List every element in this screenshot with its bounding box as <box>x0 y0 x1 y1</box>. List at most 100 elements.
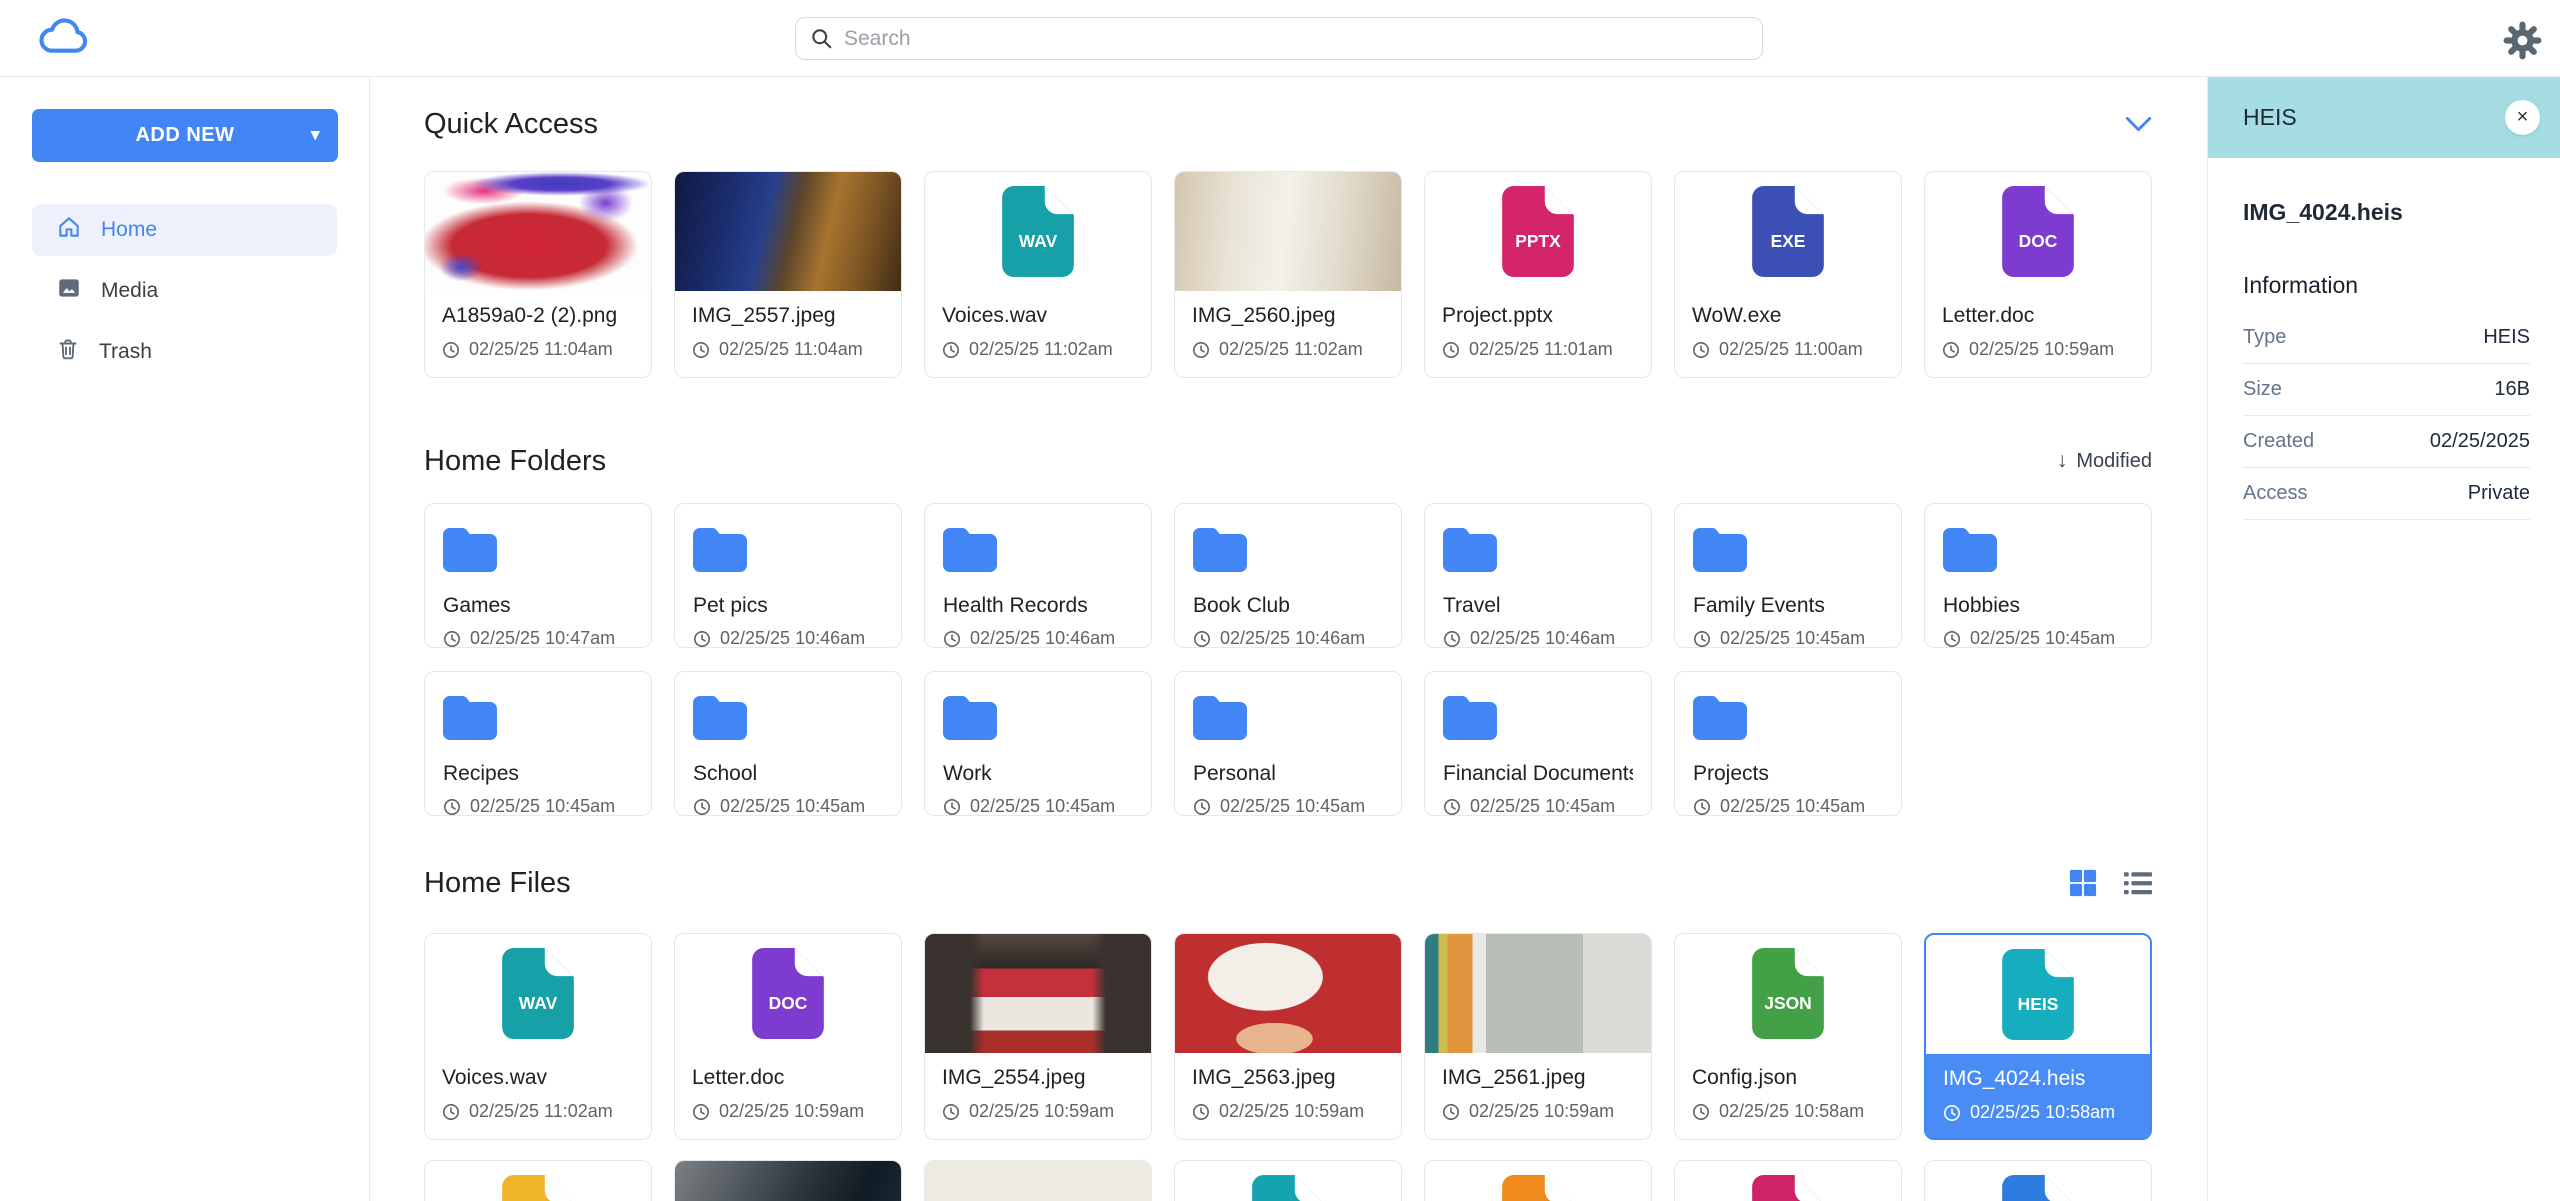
file-date-text: 02/25/25 10:59am <box>969 1101 1114 1122</box>
info-section-title: Information <box>2243 272 2530 299</box>
folder-card[interactable]: Book Club02/25/25 10:46am <box>1174 503 1402 648</box>
clock-icon <box>1192 341 1210 359</box>
clock-icon <box>442 1103 460 1121</box>
folder-name: Recipes <box>443 762 633 786</box>
folder-icon <box>693 528 747 572</box>
folder-card[interactable]: Games02/25/25 10:47am <box>424 503 652 648</box>
file-date-text: 02/25/25 10:45am <box>1720 628 1865 649</box>
folder-card[interactable]: Travel02/25/25 10:46am <box>1424 503 1652 648</box>
sidebar-item-label: Trash <box>99 340 152 364</box>
file-meta: IMG_4024.heis02/25/25 10:58am <box>1926 1054 2150 1138</box>
file-icon-area: JSON <box>1675 934 1901 1053</box>
chevron-down-icon[interactable] <box>2125 116 2152 132</box>
folder-card[interactable]: Health Records02/25/25 10:46am <box>924 503 1152 648</box>
file-card[interactable] <box>1174 1160 1402 1201</box>
file-meta: IMG_2557.jpeg02/25/25 11:04am <box>675 291 901 377</box>
file-card[interactable]: WAV Voices.wav02/25/25 11:02am <box>424 933 652 1140</box>
gear-icon[interactable] <box>2500 18 2544 62</box>
file-card[interactable]: DOC Letter.doc02/25/25 10:59am <box>1924 171 2152 378</box>
clock-icon <box>1692 341 1710 359</box>
file-date-text: 02/25/25 10:45am <box>1970 628 2115 649</box>
file-card[interactable]: A1859a0-2 (2).png02/25/25 11:04am <box>424 171 652 378</box>
info-row-label: Type <box>2243 326 2286 349</box>
folder-icon <box>443 696 497 740</box>
search-icon <box>810 27 833 50</box>
clock-icon <box>1943 1104 1961 1122</box>
file-date: 02/25/25 11:02am <box>442 1101 634 1122</box>
folder-card[interactable]: Projects02/25/25 10:45am <box>1674 671 1902 816</box>
file-date-text: 02/25/25 10:45am <box>470 796 615 817</box>
folder-card[interactable]: Hobbies 02/25/25 10:45am <box>1924 503 2152 648</box>
file-meta: Letter.doc02/25/25 10:59am <box>675 1053 901 1139</box>
svg-text:WAV: WAV <box>519 993 558 1013</box>
folder-card[interactable]: Pet pics02/25/25 10:46am <box>674 503 902 648</box>
clock-icon <box>1193 798 1211 816</box>
folder-card[interactable]: Family Events02/25/25 10:45am <box>1674 503 1902 648</box>
file-card[interactable]: IMG_2561.jpeg02/25/25 10:59am <box>1424 933 1652 1140</box>
file-card[interactable]: EXE WoW.exe02/25/25 11:00am <box>1674 171 1902 378</box>
folder-card[interactable]: Financial Documents02/25/25 10:45am <box>1424 671 1652 816</box>
file-thumbnail <box>675 1161 901 1201</box>
file-date: 02/25/25 10:47am <box>443 628 633 649</box>
file-type-icon <box>1501 1174 1575 1201</box>
file-icon-area: DOC <box>1925 172 2151 291</box>
file-icon-area <box>1675 1161 1901 1201</box>
file-icon-area <box>425 1161 651 1201</box>
file-card[interactable]: IMG_2560.jpeg02/25/25 11:02am <box>1174 171 1402 378</box>
file-thumbnail <box>925 934 1151 1053</box>
folder-card[interactable]: Personal02/25/25 10:45am <box>1174 671 1402 816</box>
file-card[interactable] <box>674 1160 902 1201</box>
file-icon-area: WAV <box>425 934 651 1053</box>
sidebar-item-trash[interactable]: Trash <box>32 326 337 378</box>
file-card[interactable] <box>924 1160 1152 1201</box>
clock-icon <box>1692 1103 1710 1121</box>
file-card[interactable]: PPTX Project.pptx02/25/25 11:01am <box>1424 171 1652 378</box>
file-date-text: 02/25/25 11:04am <box>719 339 863 360</box>
sort-modified-button[interactable]: ↓ Modified <box>2057 449 2152 473</box>
file-card[interactable]: HEIS IMG_4024.heis02/25/25 10:58am <box>1924 933 2152 1140</box>
close-icon[interactable]: × <box>2505 100 2540 135</box>
file-icon-area: HEIS <box>1926 935 2150 1054</box>
file-meta: Voices.wav02/25/25 11:02am <box>925 291 1151 377</box>
file-date-text: 02/25/25 10:45am <box>1720 796 1865 817</box>
add-new-label: ADD NEW <box>135 124 234 146</box>
folder-name: Hobbies <box>1943 594 2133 618</box>
file-name: Config.json <box>1692 1066 1884 1090</box>
file-meta: Letter.doc02/25/25 10:59am <box>1925 291 2151 377</box>
view-toggle <box>2069 869 2152 897</box>
file-card[interactable]: JSON Config.json02/25/25 10:58am <box>1674 933 1902 1140</box>
svg-text:DOC: DOC <box>2019 231 2058 251</box>
file-card[interactable] <box>1924 1160 2152 1201</box>
folder-card[interactable]: School02/25/25 10:45am <box>674 671 902 816</box>
folder-card[interactable]: Work02/25/25 10:45am <box>924 671 1152 816</box>
add-new-button[interactable]: ADD NEW ▾ <box>32 109 338 162</box>
list-view-icon[interactable] <box>2124 871 2152 896</box>
file-icon-area <box>1175 1161 1401 1201</box>
clock-icon <box>693 630 711 648</box>
file-card[interactable]: IMG_2554.jpeg02/25/25 10:59am <box>924 933 1152 1140</box>
file-card[interactable]: DOC Letter.doc02/25/25 10:59am <box>674 933 902 1140</box>
file-type-icon <box>1751 1174 1825 1201</box>
file-card[interactable] <box>424 1160 652 1201</box>
file-name: Letter.doc <box>692 1066 884 1090</box>
file-meta: IMG_2554.jpeg02/25/25 10:59am <box>925 1053 1151 1139</box>
file-card[interactable]: IMG_2563.jpeg02/25/25 10:59am <box>1174 933 1402 1140</box>
sidebar-item-media[interactable]: Media <box>32 265 337 317</box>
file-name: IMG_2561.jpeg <box>1442 1066 1634 1090</box>
cloud-logo-icon[interactable] <box>38 14 90 61</box>
file-card[interactable] <box>1424 1160 1652 1201</box>
clock-icon <box>1443 630 1461 648</box>
file-card[interactable] <box>1674 1160 1902 1201</box>
grid-view-icon[interactable] <box>2069 869 2097 897</box>
file-date-text: 02/25/25 11:02am <box>1219 339 1363 360</box>
sidebar-item-home[interactable]: Home <box>32 204 337 256</box>
file-card[interactable]: WAV Voices.wav02/25/25 11:02am <box>924 171 1152 378</box>
clock-icon <box>943 630 961 648</box>
folder-card[interactable]: Recipes 02/25/25 10:45am <box>424 671 652 816</box>
clock-icon <box>1193 630 1211 648</box>
file-thumbnail <box>1175 934 1401 1053</box>
search-input[interactable] <box>795 17 1763 60</box>
chef-thumbnail <box>1175 934 1401 1053</box>
file-thumbnail <box>925 1161 1151 1201</box>
file-card[interactable]: IMG_2557.jpeg02/25/25 11:04am <box>674 171 902 378</box>
